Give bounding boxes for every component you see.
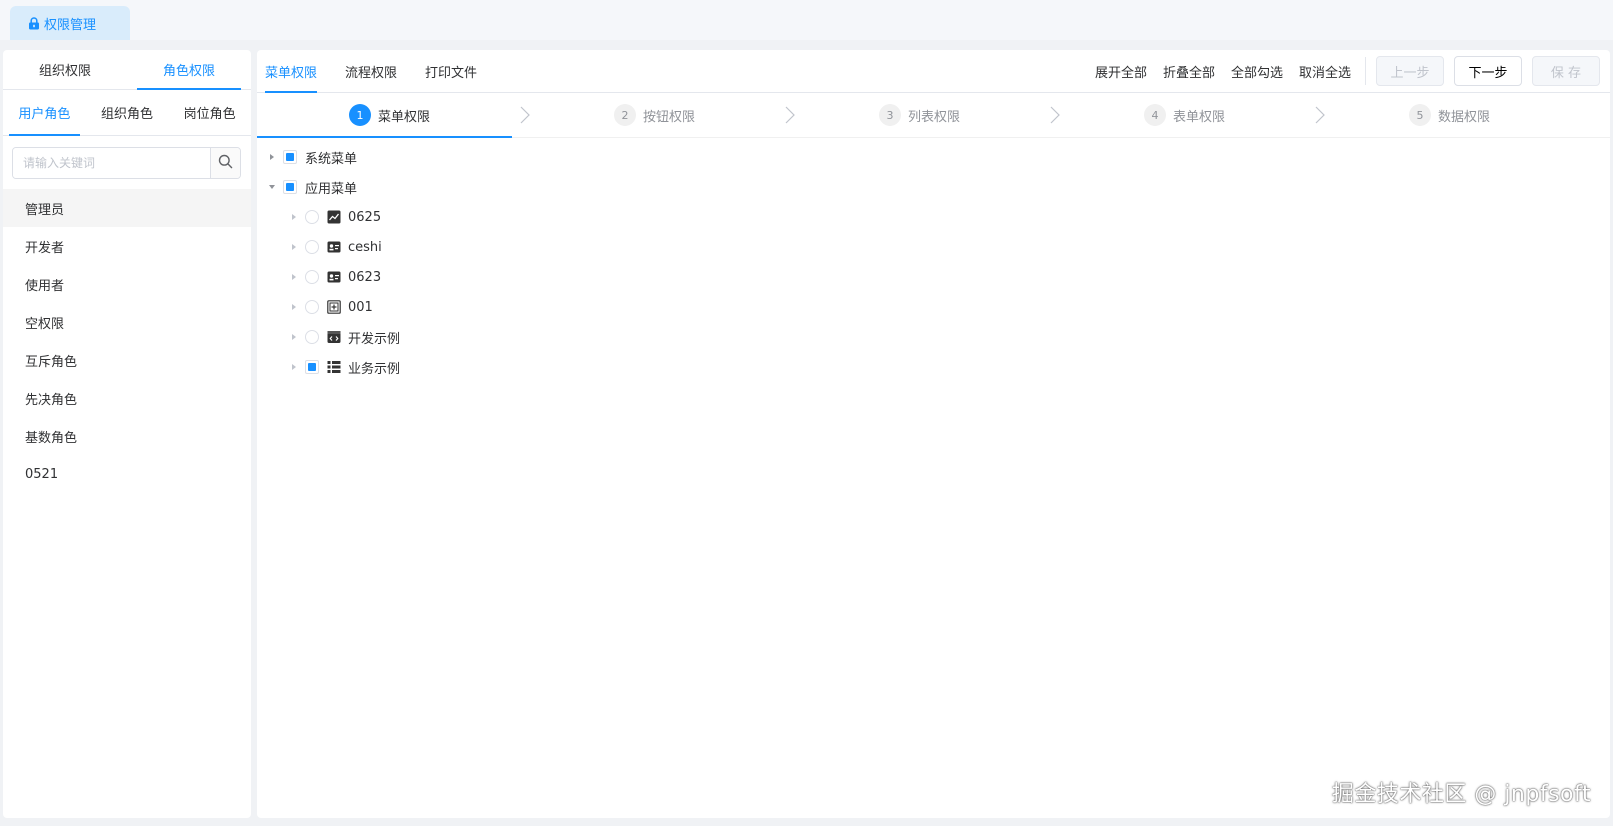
top-bar: 权限管理 (0, 0, 1613, 40)
tab-org-permission[interactable]: 组织权限 (3, 50, 127, 89)
code-window-icon (327, 330, 341, 344)
step-number: 3 (878, 104, 901, 126)
subtab-position-role[interactable]: 岗位角色 (168, 90, 251, 135)
toolbar-divider (1365, 57, 1366, 85)
left-tabs: 组织权限 角色权限 (3, 50, 251, 90)
tree-checkbox[interactable] (305, 300, 319, 314)
role-list: 管理员 开发者 使用者 空权限 互斥角色 先决角色 基数角色 0521 (3, 189, 251, 493)
tree-checkbox[interactable] (305, 360, 319, 374)
step-number: 2 (613, 104, 636, 126)
subtab-user-role[interactable]: 用户角色 (3, 90, 86, 136)
list-icon (327, 360, 341, 374)
tree-node[interactable]: 0623 (257, 262, 1610, 292)
tree-node-label: 业务示例 (348, 361, 401, 377)
tree-checkbox[interactable] (305, 270, 319, 284)
tree-node-label: 0623 (348, 269, 382, 285)
step-label: 按钮权限 (642, 109, 695, 125)
subtab-org-role[interactable]: 组织角色 (86, 90, 169, 135)
tree-node[interactable]: 001 (257, 292, 1610, 322)
caret-right-icon[interactable] (287, 303, 301, 311)
role-item[interactable]: 使用者 (3, 265, 251, 303)
caret-right-icon[interactable] (287, 213, 301, 221)
step-list[interactable]: 3 列表权限 (787, 93, 1060, 137)
step-label: 表单权限 (1172, 109, 1225, 125)
tree-node[interactable]: 业务示例 (257, 352, 1610, 382)
search-icon (218, 154, 233, 173)
tree-node[interactable]: 开发示例 (257, 322, 1610, 352)
step-number: 4 (1143, 104, 1166, 126)
caret-down-icon[interactable] (265, 183, 279, 191)
tree-checkbox[interactable] (283, 180, 297, 194)
menu-tree: 系统菜单 应用菜单 0625 ceshi 0623 001 开发示例 业务示例 (257, 138, 1610, 382)
main-header: 菜单权限 流程权限 打印文件 展开全部 折叠全部 全部勾选 取消全选 上一步 下… (257, 50, 1610, 93)
watermark: 掘金技术社区 @ jnpfsoft (1331, 782, 1591, 807)
plus-square-icon (327, 300, 341, 314)
tree-node-label: ceshi (348, 239, 382, 255)
search-box (12, 147, 241, 179)
prev-step-button[interactable]: 上一步 (1376, 56, 1444, 86)
tab-flow-permission[interactable]: 流程权限 (337, 50, 405, 92)
check-all-link[interactable]: 全部勾选 (1231, 62, 1283, 81)
tree-node-label: 系统菜单 (305, 151, 358, 167)
tree-node-label: 001 (348, 299, 373, 315)
left-panel: 组织权限 角色权限 用户角色 组织角色 岗位角色 管理员 开发者 使用者 空权限… (3, 50, 251, 818)
tab-print-file[interactable]: 打印文件 (417, 50, 485, 92)
uncheck-all-link[interactable]: 取消全选 (1299, 62, 1351, 81)
left-subtabs: 用户角色 组织角色 岗位角色 (3, 90, 251, 136)
role-item[interactable]: 互斥角色 (3, 341, 251, 379)
tree-node-label: 应用菜单 (305, 181, 358, 197)
caret-right-icon[interactable] (287, 363, 301, 371)
toolbar: 展开全部 折叠全部 全部勾选 取消全选 上一步 下一步 保 存 (1079, 56, 1600, 86)
lock-icon (28, 16, 40, 30)
role-item[interactable]: 先决角色 (3, 379, 251, 417)
role-item[interactable]: 基数角色 (3, 417, 251, 455)
step-number: 5 (1408, 104, 1431, 126)
role-item[interactable]: 0521 (3, 455, 251, 493)
next-step-button[interactable]: 下一步 (1454, 56, 1522, 86)
role-item[interactable]: 空权限 (3, 303, 251, 341)
step-number: 1 (348, 104, 371, 126)
steps-bar: 1 菜单权限 2 按钮权限 3 列表权限 4 表单权限 5 数据权限 (257, 93, 1610, 138)
search-button[interactable] (210, 148, 240, 178)
step-label: 数据权限 (1437, 109, 1490, 125)
tree-node[interactable]: 系统菜单 (257, 142, 1610, 172)
tab-role-permission[interactable]: 角色权限 (127, 50, 251, 90)
tab-menu-permission[interactable]: 菜单权限 (257, 50, 325, 93)
caret-right-icon[interactable] (287, 333, 301, 341)
step-menu[interactable]: 1 菜单权限 (257, 93, 530, 138)
id-card-icon (327, 270, 341, 284)
tree-node[interactable]: ceshi (257, 232, 1610, 262)
role-item[interactable]: 开发者 (3, 227, 251, 265)
tree-checkbox[interactable] (283, 150, 297, 164)
tree-checkbox[interactable] (305, 240, 319, 254)
tree-node[interactable]: 应用菜单 (257, 172, 1610, 202)
tree-node-label: 0625 (348, 209, 382, 225)
step-button[interactable]: 2 按钮权限 (522, 93, 795, 137)
role-item[interactable]: 管理员 (3, 189, 251, 227)
tree-checkbox[interactable] (305, 330, 319, 344)
main-tabs: 菜单权限 流程权限 打印文件 (257, 50, 497, 93)
step-label: 菜单权限 (377, 109, 430, 125)
tree-node-label: 开发示例 (348, 331, 401, 347)
main-panel: 菜单权限 流程权限 打印文件 展开全部 折叠全部 全部勾选 取消全选 上一步 下… (257, 50, 1610, 818)
line-chart-icon (327, 210, 341, 224)
step-form[interactable]: 4 表单权限 (1052, 93, 1325, 137)
caret-right-icon[interactable] (287, 273, 301, 281)
id-card-icon (327, 240, 341, 254)
tree-node[interactable]: 0625 (257, 202, 1610, 232)
step-label: 列表权限 (907, 109, 960, 125)
step-data[interactable]: 5 数据权限 (1317, 93, 1582, 137)
expand-all-link[interactable]: 展开全部 (1095, 62, 1147, 81)
tree-checkbox[interactable] (305, 210, 319, 224)
collapse-all-link[interactable]: 折叠全部 (1163, 62, 1215, 81)
save-button[interactable]: 保 存 (1532, 56, 1600, 86)
page-tab-permission[interactable]: 权限管理 (10, 6, 130, 40)
caret-right-icon[interactable] (265, 153, 279, 161)
caret-right-icon[interactable] (287, 243, 301, 251)
search-input[interactable] (13, 148, 210, 178)
page-tab-label: 权限管理 (44, 17, 97, 33)
